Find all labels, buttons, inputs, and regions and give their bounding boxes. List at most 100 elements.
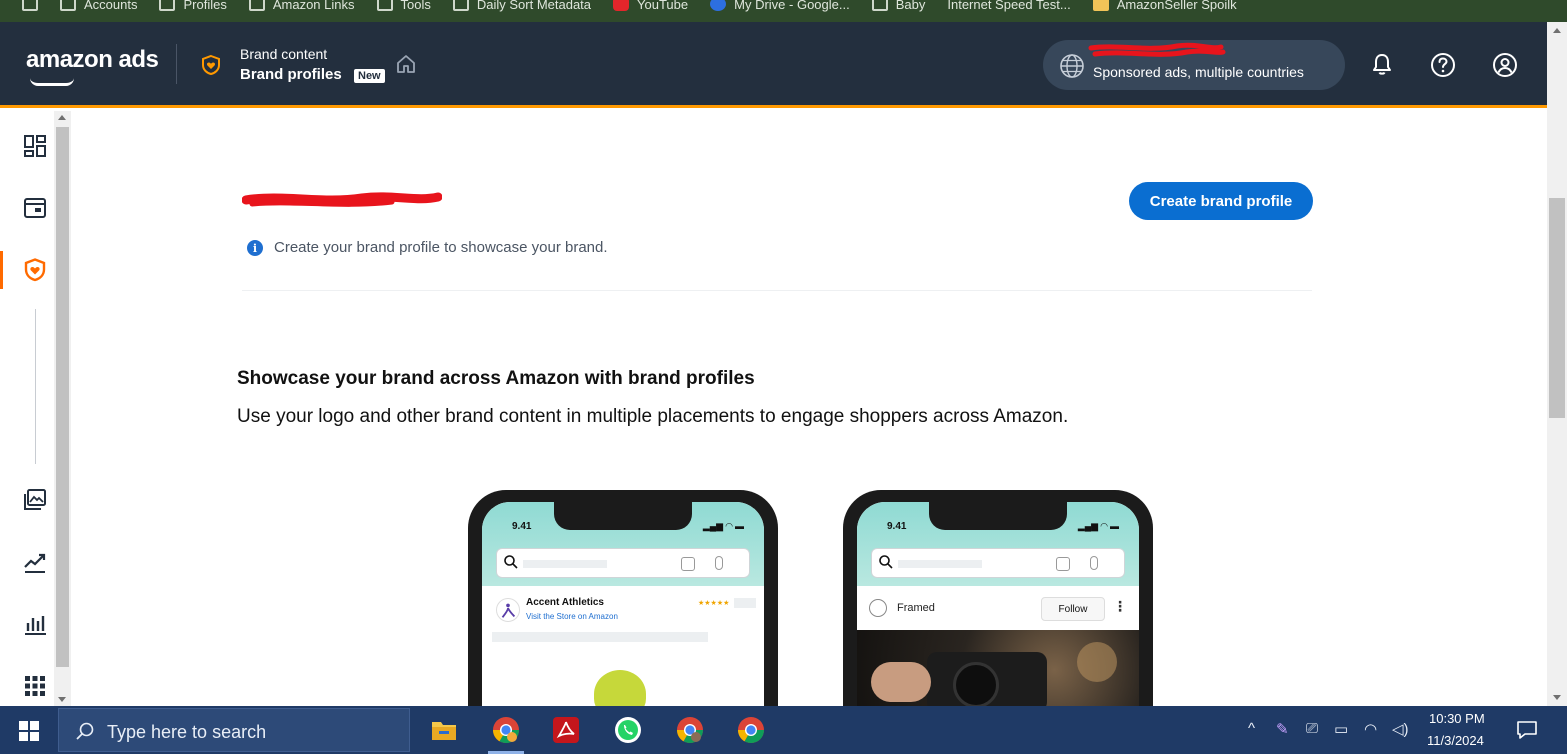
info-icon: i — [247, 240, 263, 256]
breadcrumb-parent[interactable]: Brand content — [240, 46, 327, 62]
taskbar-chrome-profile[interactable] — [490, 714, 522, 746]
meet-now-icon[interactable]: ⎚ — [1306, 720, 1318, 737]
scroll-up-arrow-icon[interactable] — [1553, 28, 1561, 33]
bookmark-item[interactable]: Tools — [376, 0, 431, 12]
new-badge: New — [354, 69, 385, 83]
nav-brand-content[interactable] — [20, 255, 50, 285]
help-icon[interactable] — [1428, 50, 1458, 80]
brand-name: Framed — [897, 602, 935, 614]
media-icon — [24, 489, 46, 510]
taskbar-chrome-profile-2[interactable] — [674, 714, 706, 746]
pen-feather-icon[interactable]: ✎ — [1276, 720, 1289, 738]
nav-separator — [35, 309, 36, 464]
youtube-icon — [613, 0, 630, 11]
nav-media[interactable] — [20, 485, 50, 515]
phone-notch — [554, 502, 692, 530]
taskbar-search-placeholder: Type here to search — [107, 722, 267, 742]
taskbar-chrome[interactable] — [735, 714, 767, 746]
reports-icon — [25, 616, 46, 635]
battery-icon[interactable]: ▭ — [1334, 720, 1348, 738]
bookmark-item[interactable]: Profiles — [159, 0, 227, 12]
scrollbar-thumb[interactable] — [56, 127, 69, 667]
section-divider — [242, 290, 1312, 291]
apps-icon — [22, 0, 38, 11]
taskbar-search-box[interactable]: Type here to search — [58, 708, 410, 752]
phone-notch — [929, 502, 1067, 530]
apps-grid-icon — [25, 676, 45, 696]
nav-campaigns[interactable] — [20, 193, 50, 223]
top-header: amazon ads Brand content Brand profiles … — [0, 22, 1547, 108]
notification-center-icon[interactable] — [1516, 720, 1538, 740]
phone-screen: 9.41 ▂▄▆ ◠ ▬ Accent Athletics Visit the … — [482, 502, 764, 722]
scroll-down-arrow-icon[interactable] — [58, 697, 66, 702]
create-brand-profile-button[interactable]: Create brand profile — [1129, 182, 1313, 220]
nav-active-indicator — [0, 251, 3, 289]
wifi-icon[interactable]: ◠ — [1364, 720, 1377, 738]
volume-icon[interactable]: ◁) — [1392, 720, 1409, 738]
taskbar-whatsapp[interactable] — [612, 714, 644, 746]
bookmark-item[interactable]: Daily Sort Metadata — [452, 0, 591, 12]
nav-scrollbar[interactable] — [54, 111, 71, 706]
signal-wifi-battery-icon: ▂▄▆ ◠ ▬ — [702, 521, 744, 531]
folder-icon — [248, 0, 265, 11]
scroll-up-arrow-icon[interactable] — [58, 115, 66, 120]
bookmark-item[interactable]: AmazonSeller Spoilk — [1092, 0, 1237, 12]
bookmark-item[interactable]: Accounts — [60, 0, 137, 12]
scrollbar-thumb[interactable] — [1549, 198, 1565, 418]
chrome-icon — [492, 717, 520, 744]
phone-time: 9.41 — [512, 521, 532, 532]
nav-dashboard[interactable] — [20, 131, 50, 161]
user-account-icon[interactable] — [1490, 50, 1520, 80]
signal-wifi-battery-icon: ▂▄▆ ◠ ▬ — [1077, 521, 1119, 531]
main-scrollbar[interactable] — [1547, 22, 1567, 706]
google-drive-icon — [710, 0, 727, 11]
showcase-heading: Showcase your brand across Amazon with b… — [237, 368, 755, 389]
amazon-ads-logo[interactable]: amazon ads — [26, 46, 159, 74]
star-rating: ★★★★★ — [698, 600, 730, 607]
microphone-icon — [715, 556, 723, 570]
phone-time: 9.41 — [887, 521, 907, 532]
photo-camera-lens — [953, 662, 999, 708]
bookmark-item[interactable] — [22, 0, 38, 11]
camera-scan-icon — [1056, 557, 1070, 571]
clock-time[interactable]: 10:30 PM — [1429, 711, 1485, 726]
chrome-icon — [676, 717, 704, 744]
campaigns-icon — [24, 198, 46, 218]
search-icon — [76, 722, 94, 740]
visit-store-link: Visit the Store on Amazon — [526, 612, 618, 621]
phone-search-bar — [871, 548, 1125, 578]
nav-reports[interactable] — [20, 609, 50, 639]
bookmark-item[interactable]: Amazon Links — [248, 0, 355, 12]
photo-hand — [871, 662, 931, 702]
clock-date[interactable]: 11/3/2024 — [1427, 733, 1484, 748]
redacted-brand-name — [242, 192, 442, 207]
bookmark-item[interactable]: Baby — [871, 0, 925, 12]
chrome-icon — [737, 717, 765, 744]
taskbar-file-explorer[interactable] — [428, 714, 460, 746]
globe-icon — [1060, 54, 1084, 78]
bookmark-favicon-icon — [1092, 0, 1109, 11]
home-icon[interactable] — [394, 52, 418, 76]
folder-icon — [159, 0, 176, 11]
file-explorer-icon — [432, 722, 456, 740]
photo-bokeh — [1077, 642, 1117, 682]
notifications-bell-icon[interactable] — [1367, 50, 1397, 80]
phone-mockup-feed: 9.41 ▂▄▆ ◠ ▬ Framed Follow ⋮ — [843, 490, 1153, 722]
bookmark-item[interactable]: YouTube — [613, 0, 688, 12]
brand-shield-icon — [24, 258, 46, 282]
windows-start-icon[interactable] — [18, 720, 40, 742]
show-hidden-icons-chevron-icon[interactable]: ^ — [1248, 720, 1255, 737]
taskbar-acrobat[interactable] — [550, 714, 582, 746]
more-options-icon: ⋮ — [1113, 598, 1127, 614]
folder-icon — [376, 0, 393, 11]
scroll-down-arrow-icon[interactable] — [1553, 695, 1561, 700]
nav-all-apps[interactable] — [20, 671, 50, 701]
phone-screen: 9.41 ▂▄▆ ◠ ▬ Framed Follow ⋮ — [857, 502, 1139, 722]
bookmark-item[interactable]: My Drive - Google... — [710, 0, 850, 12]
acrobat-pdf-icon — [553, 717, 579, 743]
nav-trends[interactable] — [20, 547, 50, 577]
microphone-icon — [1090, 556, 1098, 570]
bookmark-item[interactable]: Internet Speed Test... — [947, 0, 1070, 12]
account-switcher[interactable]: Sponsored ads, multiple countries — [1043, 40, 1345, 90]
rating-count-placeholder — [734, 598, 756, 608]
